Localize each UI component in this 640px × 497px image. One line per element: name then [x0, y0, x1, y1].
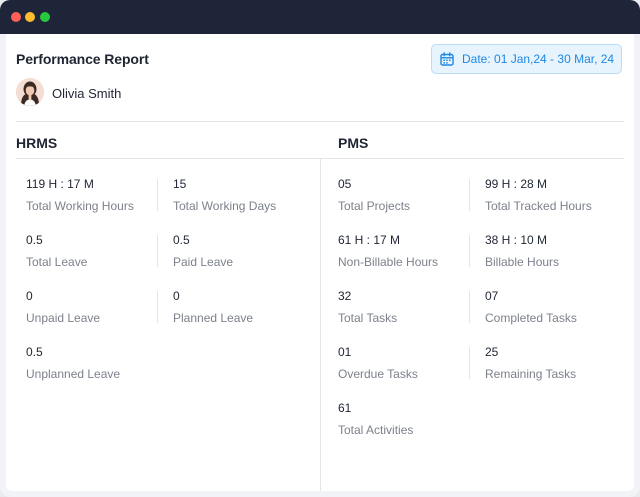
stat-value: 25 — [485, 345, 499, 359]
stat-label: Planned Leave — [173, 311, 254, 325]
pms-stat-overdue-tasks: 01 Overdue Tasks — [338, 345, 418, 381]
pms-stat-total-projects: 05 Total Projects — [338, 177, 410, 213]
stat-value: 119 H : 17 M — [26, 177, 94, 191]
stat-divider — [469, 291, 470, 323]
header-divider — [16, 121, 624, 122]
user-avatar — [16, 78, 44, 106]
stat-label: Total Activities — [338, 423, 414, 437]
hrms-stat-unpaid-leave: 0 Unpaid Leave — [26, 289, 100, 325]
maximize-window-button[interactable] — [40, 12, 50, 22]
stat-value: 0.5 — [173, 233, 190, 247]
close-window-button[interactable] — [11, 12, 21, 22]
stat-value: 38 H : 10 M — [485, 233, 548, 247]
stat-label: Total Tasks — [338, 311, 398, 325]
stat-value: 0 — [26, 289, 33, 303]
stat-value: 15 — [173, 177, 187, 191]
stat-label: Unplanned Leave — [26, 367, 121, 381]
page-title: Performance Report — [16, 51, 149, 67]
pms-stat-billable-hours: 38 H : 10 M Billable Hours — [485, 233, 559, 269]
stat-value: 99 H : 28 M — [485, 177, 548, 191]
stat-divider — [157, 179, 158, 211]
hrms-stat-paid-leave: 0.5 Paid Leave — [173, 233, 233, 269]
stat-value: 0.5 — [26, 233, 43, 247]
stat-label: Paid Leave — [173, 255, 234, 269]
title-bar — [0, 0, 640, 34]
stat-value: 0.5 — [26, 345, 43, 359]
stat-divider — [157, 235, 158, 267]
stat-label: Remaining Tasks — [485, 367, 577, 381]
stat-divider — [469, 347, 470, 379]
stat-label: Overdue Tasks — [338, 367, 418, 381]
app-window: Performance Report Date: 01 Jan,24 - 30 … — [0, 0, 640, 497]
pms-stat-non-billable-hours: 61 H : 17 M Non-Billable Hours — [338, 233, 438, 269]
date-range-label: Date: 01 Jan,24 - 30 Mar, 24 — [462, 52, 615, 66]
date-range-button[interactable]: Date: 01 Jan,24 - 30 Mar, 24 — [431, 44, 622, 74]
calendar-icon — [440, 52, 454, 66]
minimize-window-button[interactable] — [25, 12, 35, 22]
pms-section-title: PMS — [338, 135, 369, 151]
stat-label: Unpaid Leave — [26, 311, 101, 325]
stat-label: Billable Hours — [485, 255, 560, 269]
performance-report-card: Performance Report Date: 01 Jan,24 - 30 … — [6, 34, 634, 491]
pms-stat-total-tracked-hours: 99 H : 28 M Total Tracked Hours — [485, 177, 592, 213]
pms-stat-remaining-tasks: 25 Remaining Tasks — [485, 345, 576, 381]
hrms-stat-total-working-hours: 119 H : 17 M Total Working Hours — [26, 177, 134, 213]
hrms-stat-planned-leave: 0 Planned Leave — [173, 289, 253, 325]
stat-value: 0 — [173, 289, 180, 303]
stat-label: Total Working Hours — [26, 199, 134, 213]
hrms-section-title: HRMS — [16, 135, 58, 151]
stat-value: 07 — [485, 289, 499, 303]
stat-value: 61 H : 17 M — [338, 233, 401, 247]
stat-value: 01 — [338, 345, 352, 359]
stat-label: Total Working Days — [173, 199, 277, 213]
stat-divider — [469, 235, 470, 267]
stat-label: Total Leave — [26, 255, 88, 269]
hrms-stat-total-leave: 0.5 Total Leave — [26, 233, 87, 269]
stat-divider — [157, 291, 158, 323]
section-column-divider — [320, 158, 321, 491]
pms-stat-total-activities: 61 Total Activities — [338, 401, 413, 437]
stat-label: Total Tracked Hours — [485, 199, 592, 213]
hrms-stat-total-working-days: 15 Total Working Days — [173, 177, 276, 213]
stat-label: Total Projects — [338, 199, 411, 213]
stat-value: 32 — [338, 289, 352, 303]
pms-stat-total-tasks: 32 Total Tasks — [338, 289, 397, 325]
stat-label: Non-Billable Hours — [338, 255, 439, 269]
stat-value: 05 — [338, 177, 352, 191]
stat-label: Completed Tasks — [485, 311, 577, 325]
stat-value: 61 — [338, 401, 352, 415]
stat-divider — [469, 179, 470, 211]
hrms-stat-unplanned-leave: 0.5 Unplanned Leave — [26, 345, 120, 381]
user-name: Olivia Smith — [52, 86, 122, 101]
pms-stat-completed-tasks: 07 Completed Tasks — [485, 289, 577, 325]
